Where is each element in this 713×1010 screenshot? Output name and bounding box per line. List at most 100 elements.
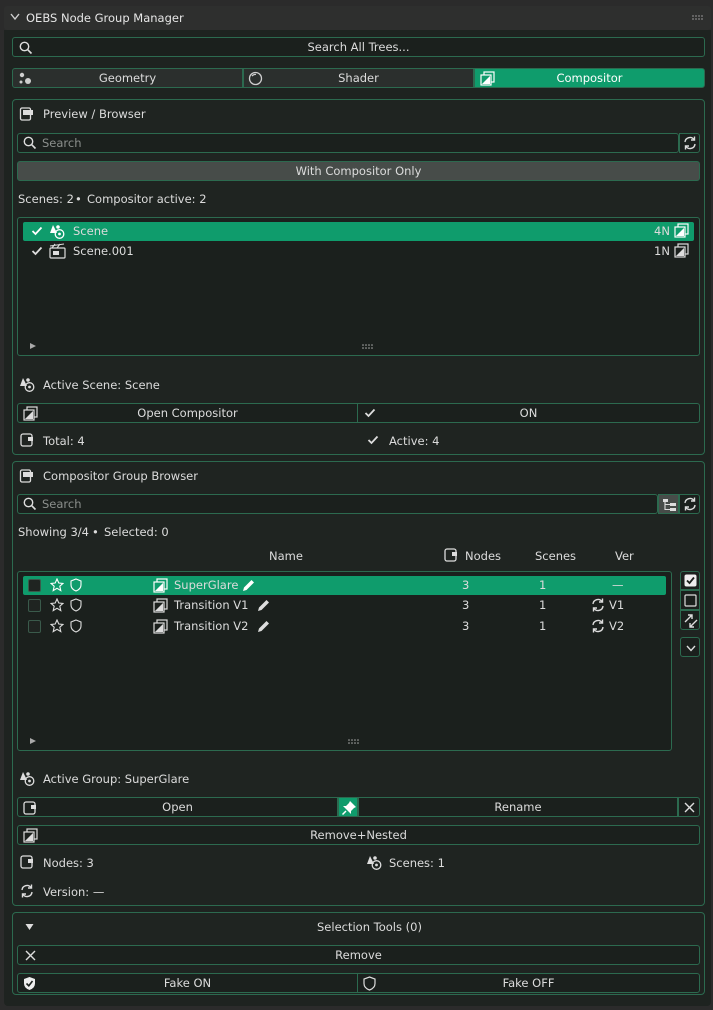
close-icon xyxy=(684,802,695,813)
selection-tools-header[interactable]: Selection Tools (0) xyxy=(17,917,700,937)
rename-group-button[interactable]: Rename xyxy=(358,797,678,817)
group-browser-title: Compositor Group Browser xyxy=(43,469,198,483)
expand-triangle-icon[interactable] xyxy=(29,737,37,745)
tab-geometry-label: Geometry xyxy=(98,71,157,85)
fake-off-button[interactable]: Fake OFF xyxy=(357,973,700,993)
list-resize-grip-icon[interactable] xyxy=(362,344,374,350)
group-search-placeholder: Search xyxy=(42,497,82,511)
group-scenes-info: Scenes: 1 xyxy=(389,856,445,870)
scene-film-icon xyxy=(49,243,66,260)
hierarchy-filter-button[interactable] xyxy=(658,494,679,514)
scene-icon xyxy=(19,770,36,787)
group-scenes: 1 xyxy=(539,598,547,612)
delete-group-button[interactable] xyxy=(678,797,700,817)
group-scenes: 1 xyxy=(539,619,547,633)
refresh-icon xyxy=(682,496,698,512)
chevron-down-icon[interactable] xyxy=(10,13,20,21)
list-resize-grip-icon[interactable] xyxy=(348,739,360,745)
node-tree-icon xyxy=(443,547,459,563)
fake-off-label: Fake OFF xyxy=(502,976,555,990)
check-icon xyxy=(367,434,379,446)
fake-on-label: Fake ON xyxy=(163,976,212,990)
pin-button[interactable] xyxy=(338,797,358,817)
column-nodes[interactable]: Nodes xyxy=(465,549,501,563)
compositor-icon[interactable] xyxy=(674,243,689,258)
shield-icon[interactable] xyxy=(69,598,83,612)
column-ver[interactable]: Ver xyxy=(615,549,634,563)
tab-shader[interactable]: Shader xyxy=(243,68,474,88)
row-checkbox[interactable] xyxy=(28,599,41,612)
group-version: V2 xyxy=(609,619,625,633)
group-version-info: Version: — xyxy=(43,885,105,899)
pencil-icon[interactable] xyxy=(256,619,271,634)
invert-selection-button[interactable] xyxy=(680,610,700,630)
arrows-swap-icon xyxy=(683,613,699,629)
star-icon[interactable] xyxy=(50,619,64,633)
refresh-icon xyxy=(682,135,698,151)
check-icon[interactable] xyxy=(31,225,43,237)
column-name[interactable]: Name xyxy=(269,549,303,563)
pencil-icon[interactable] xyxy=(241,578,256,593)
remove-nested-button[interactable]: Remove+Nested xyxy=(17,825,700,845)
group-nodes: 3 xyxy=(462,619,470,633)
drag-handle-icon[interactable] xyxy=(692,15,704,21)
group-version: — xyxy=(612,578,624,592)
shield-check-icon xyxy=(22,976,37,991)
scene-node-count: 4N xyxy=(654,224,670,238)
row-checkbox[interactable] xyxy=(28,620,41,633)
group-refresh-button[interactable] xyxy=(679,494,700,514)
with-compositor-only-label: With Compositor Only xyxy=(295,164,422,178)
shield-icon[interactable] xyxy=(69,578,83,592)
preview-title: Preview / Browser xyxy=(43,107,146,121)
fake-on-button[interactable]: Fake ON xyxy=(17,973,358,993)
group-search-input[interactable]: Search xyxy=(17,494,658,514)
scene-row[interactable]: Scene.001 1N xyxy=(23,242,694,261)
scenes-count: Scenes: 2 xyxy=(18,192,74,206)
header-bar[interactable]: OEBS Node Group Manager xyxy=(4,6,711,30)
pin-icon xyxy=(341,800,357,816)
refresh-icon xyxy=(19,883,35,899)
collapse-triangle-icon[interactable] xyxy=(25,923,34,931)
group-row[interactable]: SuperGlare 3 1 — xyxy=(23,576,666,595)
search-all-trees-button[interactable]: Search All Trees... xyxy=(12,37,705,57)
panel-title: OEBS Node Group Manager xyxy=(26,11,184,25)
check-icon[interactable] xyxy=(31,245,43,257)
scene-row[interactable]: Scene 4N xyxy=(23,222,694,241)
pencil-icon[interactable] xyxy=(256,598,271,613)
search-icon xyxy=(23,497,37,511)
preview-search-placeholder: Search xyxy=(42,136,82,150)
deselect-all-button[interactable] xyxy=(680,590,700,610)
group-nodes-info: Nodes: 3 xyxy=(43,856,94,870)
showing-count: Showing 3/4 xyxy=(18,525,89,539)
tab-geometry[interactable]: Geometry xyxy=(12,68,243,88)
scene-name: Scene.001 xyxy=(73,244,134,258)
checkbox-checked-icon xyxy=(684,574,697,587)
remove-selected-button[interactable]: Remove xyxy=(17,945,700,965)
column-scenes[interactable]: Scenes xyxy=(535,549,576,563)
open-group-button[interactable]: Open xyxy=(17,797,338,817)
node-tree-icon xyxy=(22,800,38,816)
compositor-on-toggle[interactable]: ON xyxy=(357,403,700,423)
compositor-icon xyxy=(153,619,168,634)
group-name: Transition V1 xyxy=(174,598,249,612)
compositor-icon[interactable] xyxy=(674,223,689,238)
scene-icon xyxy=(366,854,383,871)
star-icon[interactable] xyxy=(50,578,64,592)
selection-tools-title: Selection Tools (0) xyxy=(317,920,422,934)
star-icon[interactable] xyxy=(50,598,64,612)
with-compositor-only-toggle[interactable]: With Compositor Only xyxy=(17,161,700,181)
group-row[interactable]: Transition V2 3 1 V2 xyxy=(23,617,666,636)
row-checkbox[interactable] xyxy=(28,579,41,592)
active-count: Active: 4 xyxy=(389,434,440,448)
group-nodes: 3 xyxy=(462,578,470,592)
expand-triangle-icon[interactable] xyxy=(29,342,37,350)
more-options-button[interactable] xyxy=(680,637,700,657)
preview-refresh-button[interactable] xyxy=(679,133,700,153)
select-all-button[interactable] xyxy=(680,571,700,590)
tab-compositor[interactable]: Compositor xyxy=(474,68,705,88)
group-row[interactable]: Transition V1 3 1 V1 xyxy=(23,596,666,615)
preview-search-input[interactable]: Search xyxy=(17,133,679,153)
open-compositor-button[interactable]: Open Compositor xyxy=(17,403,358,423)
shield-icon[interactable] xyxy=(69,619,83,633)
node-tree-icon xyxy=(19,854,35,870)
